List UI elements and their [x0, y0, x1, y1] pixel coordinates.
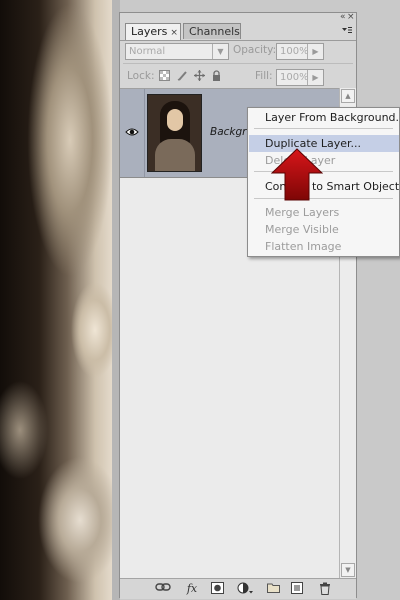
thumbnail-face — [167, 109, 183, 131]
menu-item-merge-visible: Merge Visible — [265, 223, 339, 236]
menu-item-flatten-image: Flatten Image — [265, 240, 342, 253]
layer-thumbnail[interactable] — [147, 94, 202, 172]
canvas-photo — [0, 0, 112, 600]
panel-menu-icon[interactable] — [342, 27, 352, 38]
delete-layer-icon[interactable] — [318, 582, 332, 595]
options-divider — [123, 63, 353, 64]
panel-menu-glyph — [342, 27, 352, 33]
close-panel-icon[interactable]: × — [347, 11, 355, 23]
layer-context-menu: Layer From Background... Duplicate Layer… — [247, 107, 400, 257]
layer-options-bar: Normal ▼ Opacity: 100% ▶ Lock: Fill: 100… — [120, 41, 356, 95]
opacity-field[interactable]: 100% ▶ — [276, 43, 324, 60]
tab-layers-label: Layers — [131, 25, 168, 38]
new-group-icon[interactable] — [266, 582, 280, 595]
layer-style-fx-icon[interactable]: fx — [182, 582, 202, 595]
tab-strip: Layers × Channels — [120, 23, 356, 41]
fill-label: Fill: — [255, 70, 273, 82]
chevron-right-icon[interactable]: ▶ — [307, 70, 323, 85]
fill-value: 100% — [280, 72, 309, 83]
blend-mode-value: Normal — [129, 46, 166, 57]
collapse-icon[interactable]: « — [340, 11, 346, 23]
thumbnail-fur — [155, 139, 195, 171]
eye-icon[interactable] — [125, 127, 139, 137]
lock-transparent-pixels-icon[interactable] — [159, 70, 170, 81]
lock-image-pixels-icon[interactable] — [177, 70, 188, 81]
chevron-down-icon: ▼ — [212, 44, 228, 59]
opacity-value: 100% — [280, 46, 309, 57]
red-arrow-annotation — [271, 148, 323, 201]
menu-separator — [254, 128, 393, 129]
lock-label: Lock: — [127, 70, 155, 82]
add-mask-icon[interactable] — [210, 582, 224, 595]
blend-mode-select[interactable]: Normal ▼ — [125, 43, 229, 60]
tab-channels[interactable]: Channels — [183, 23, 241, 39]
lock-all-icon[interactable] — [211, 70, 222, 81]
link-layers-icon[interactable] — [154, 582, 172, 595]
layers-panel: « × Layers × Channels Normal ▼ Opacity: 1… — [119, 11, 357, 599]
scroll-up-icon[interactable]: ▲ — [341, 89, 355, 103]
new-layer-icon[interactable] — [290, 582, 304, 595]
scroll-down-icon[interactable]: ▼ — [341, 563, 355, 577]
fill-field[interactable]: 100% ▶ — [276, 69, 324, 86]
menu-item-layer-from-background[interactable]: Layer From Background... — [249, 109, 399, 126]
lock-position-icon[interactable] — [194, 70, 205, 81]
chevron-right-icon[interactable]: ▶ — [307, 44, 323, 59]
tab-close-icon[interactable]: × — [170, 28, 178, 38]
menu-item-merge-layers: Merge Layers — [265, 206, 340, 219]
tab-layers[interactable]: Layers × — [125, 23, 181, 40]
panel-bottom-bar: fx — [120, 578, 356, 599]
adjustment-layer-icon[interactable] — [236, 582, 254, 595]
tab-channels-label: Channels — [189, 25, 240, 38]
opacity-label: Opacity: — [233, 44, 277, 56]
layer-visibility-toggle[interactable] — [120, 89, 145, 177]
